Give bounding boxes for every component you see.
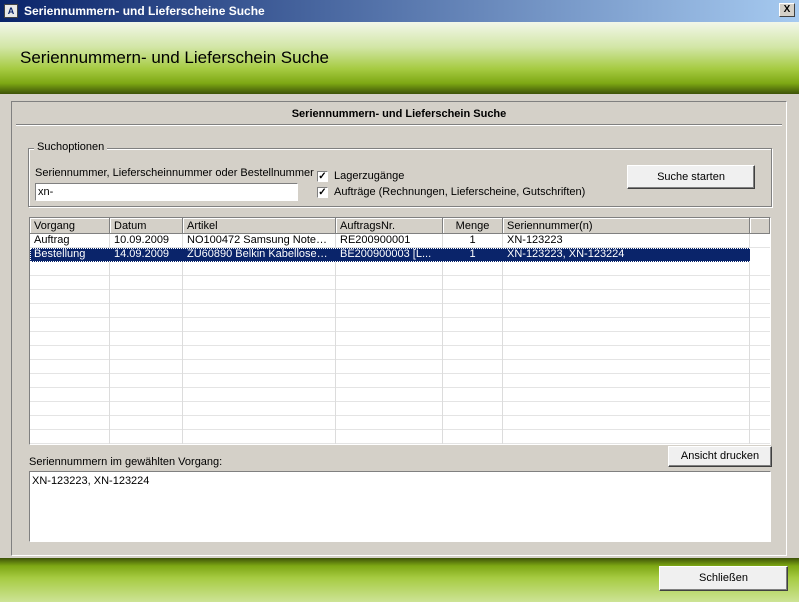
lagerzugaenge-label: Lagerzugänge: [334, 170, 405, 182]
cell-datum: 10.09.2009: [114, 234, 170, 246]
cell-seriennummern: XN-123223: [507, 234, 563, 246]
window-title-bar: A Seriennummern- und Lieferscheine Suche…: [0, 0, 799, 22]
cell-filler: [750, 248, 770, 262]
close-button[interactable]: Schließen: [659, 566, 788, 591]
cell-seriennummern: XN-123223, XN-123224: [507, 248, 625, 260]
checkbox-row-auftraege[interactable]: ✓ Aufträge (Rechnungen, Lieferscheine, G…: [317, 186, 585, 198]
app-icon: A: [4, 4, 18, 18]
table-row[interactable]: Auftrag 10.09.2009 NO100472 Samsung Note…: [30, 234, 770, 248]
window-close-button[interactable]: X: [779, 3, 795, 17]
cell-vorgang: Auftrag: [34, 234, 70, 246]
search-field-label: Seriennummer, Lieferscheinnummer oder Be…: [35, 167, 314, 179]
table-row-selected[interactable]: Bestellung 14.09.2009 ZU60890 Belkin Kab…: [30, 248, 770, 262]
lagerzugaenge-checkbox[interactable]: ✓: [317, 170, 328, 182]
table-body: Auftrag 10.09.2009 NO100472 Samsung Note…: [30, 234, 770, 262]
results-table[interactable]: Vorgang Datum Artikel AuftragsNr. Menge …: [29, 217, 771, 445]
search-options-group: Suchoptionen Seriennummer, Lieferscheinn…: [28, 141, 772, 207]
table-header: Vorgang Datum Artikel AuftragsNr. Menge …: [30, 218, 770, 234]
selected-serials-label: Seriennummern im gewählten Vorgang:: [29, 456, 223, 468]
column-header-datum[interactable]: Datum: [110, 218, 183, 234]
cell-vorgang: Bestellung: [34, 248, 86, 260]
column-header-vorgang[interactable]: Vorgang: [30, 218, 110, 234]
cell-artikel: ZU60890 Belkin Kabelloser ...: [187, 248, 333, 260]
auftraege-checkbox[interactable]: ✓: [317, 186, 328, 198]
page-title: Seriennummern- und Lieferschein Suche: [20, 48, 330, 67]
column-header-seriennummern[interactable]: Seriennummer(n): [503, 218, 750, 234]
column-header-auftragsnr[interactable]: AuftragsNr.: [336, 218, 443, 234]
column-header-artikel[interactable]: Artikel: [183, 218, 336, 234]
panel-title: Seriennummern- und Lieferschein Suche: [291, 108, 507, 120]
column-header-filler: [750, 218, 770, 234]
header-band: Seriennummern- und Lieferschein Suche: [0, 22, 799, 94]
selected-serials-textbox[interactable]: XN-123223, XN-123224: [29, 471, 771, 542]
main-panel: Seriennummern- und Lieferschein Suche Su…: [11, 101, 787, 556]
panel-divider: [16, 124, 782, 126]
cell-auftragsnr: RE200900001: [340, 234, 411, 246]
checkbox-row-lagerzugaenge[interactable]: ✓ Lagerzugänge: [317, 170, 404, 182]
cell-menge: 1: [469, 234, 476, 246]
cell-artikel: NO100472 Samsung Noteb...: [187, 234, 332, 246]
cell-auftragsnr: BE200900003 [L...: [340, 248, 432, 260]
print-view-button[interactable]: Ansicht drucken: [668, 446, 772, 467]
column-header-menge[interactable]: Menge: [443, 218, 503, 234]
search-button[interactable]: Suche starten: [627, 165, 755, 189]
auftraege-label: Aufträge (Rechnungen, Lieferscheine, Gut…: [334, 186, 586, 198]
cell-datum: 14.09.2009: [114, 248, 170, 260]
window-title: Seriennummern- und Lieferscheine Suche: [24, 4, 265, 18]
cell-menge: 1: [469, 248, 476, 260]
close-icon: X: [783, 4, 791, 15]
search-options-legend: Suchoptionen: [34, 141, 108, 153]
search-input[interactable]: [35, 183, 298, 201]
cell-filler: [750, 234, 770, 248]
